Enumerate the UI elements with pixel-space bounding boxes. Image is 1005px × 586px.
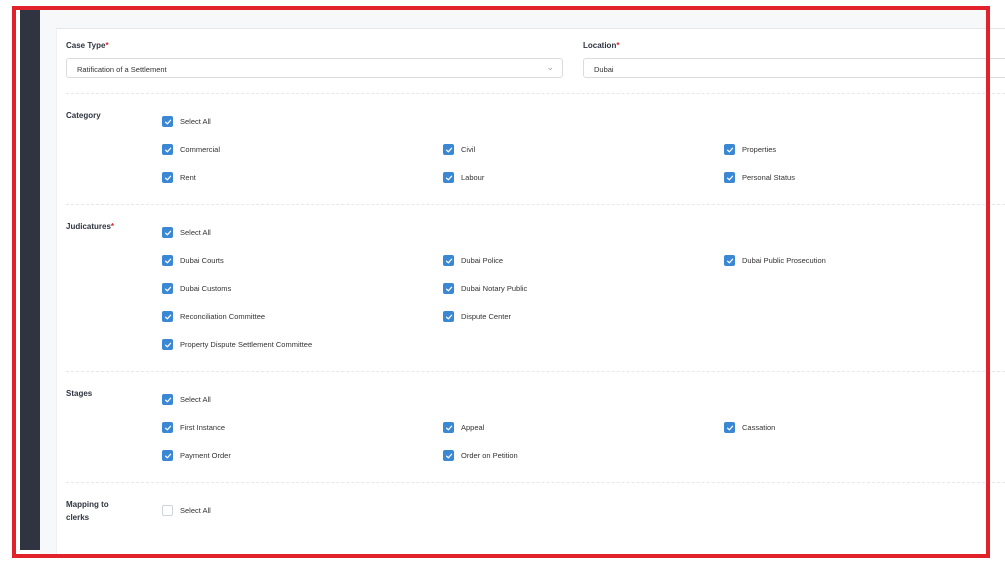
highlight-frame xyxy=(12,6,990,558)
